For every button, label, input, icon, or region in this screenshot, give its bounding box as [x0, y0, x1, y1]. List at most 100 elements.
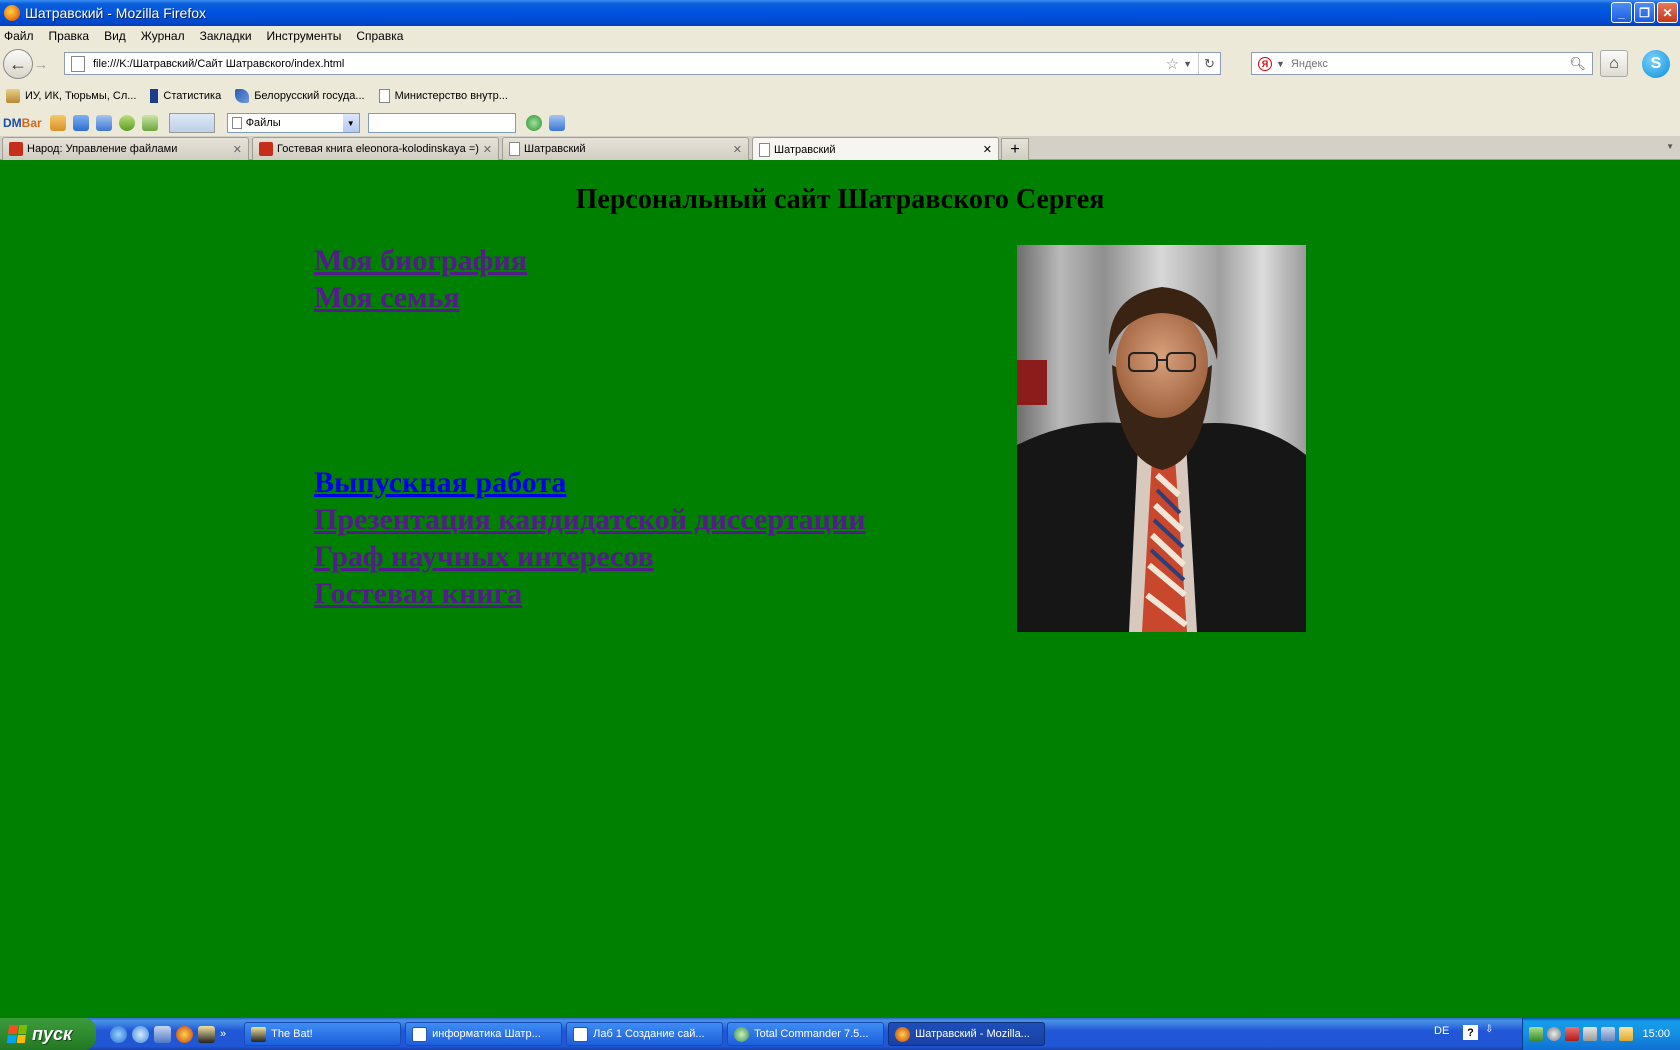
ie-icon[interactable] — [110, 1025, 127, 1043]
folder-icon[interactable] — [1619, 1027, 1633, 1041]
window-controls: _ ❐ ✕ — [1611, 2, 1678, 23]
select-page-icon — [231, 117, 242, 129]
close-tab-icon[interactable]: ✕ — [983, 143, 992, 156]
tab-shatravsky-active[interactable]: Шатравский ✕ — [752, 137, 999, 161]
narod-icon — [259, 142, 273, 156]
copy-icon[interactable] — [95, 115, 112, 131]
close-button[interactable]: ✕ — [1657, 2, 1678, 23]
task-label: Total Commander 7.5... — [754, 1028, 869, 1040]
link-graduation-work[interactable]: Выпускная работа — [314, 464, 865, 501]
link-research-interests-graph[interactable]: Граф научных интересов — [314, 538, 865, 575]
history-dropdown-icon[interactable]: ▼ — [1183, 59, 1192, 69]
minimize-button[interactable]: _ — [1611, 2, 1632, 23]
chevron-down-icon[interactable]: ▼ — [342, 114, 359, 132]
search-go-icon[interactable] — [525, 115, 542, 131]
menu-tools[interactable]: Инструменты — [267, 29, 342, 43]
window-title: Шатравский - Mozilla Firefox — [25, 5, 207, 21]
quill-icon — [235, 89, 250, 103]
link-family[interactable]: Моя семья — [314, 279, 527, 316]
total-commander-icon — [734, 1026, 750, 1042]
forward-button[interactable]: → — [34, 56, 54, 74]
tray-app-icon[interactable] — [1601, 1027, 1615, 1041]
search-engine-dropdown-icon[interactable]: ▼ — [1276, 59, 1285, 69]
volume-icon[interactable] — [1583, 1027, 1597, 1041]
page-title: Персональный сайт Шатравского Сергея — [575, 184, 1105, 215]
taskbar-item[interactable]: Total Commander 7.5... — [727, 1022, 885, 1046]
taskbar-item[interactable]: информатика Шатр... — [405, 1022, 563, 1046]
back-button[interactable]: ← — [3, 49, 33, 79]
language-bar-options-icon[interactable]: ⇩ — [1485, 1024, 1493, 1035]
firefox-icon — [895, 1026, 911, 1042]
dmbar-search-input[interactable] — [367, 113, 516, 133]
taskbar-item-active[interactable]: Шатравский - Mozilla... — [888, 1022, 1046, 1046]
network-icon[interactable] — [1529, 1027, 1543, 1041]
new-tab-button[interactable]: + — [1001, 138, 1029, 160]
task-label: The Bat! — [271, 1028, 313, 1040]
clock[interactable]: 15:00 — [1642, 1028, 1670, 1040]
ie-alt-icon[interactable] — [132, 1025, 149, 1043]
close-tab-icon[interactable]: ✕ — [233, 143, 242, 156]
start-button[interactable]: пуск — [0, 1018, 96, 1050]
menu-help[interactable]: Справка — [356, 29, 403, 43]
url-input[interactable] — [93, 57, 1166, 70]
menu-file[interactable]: Файл — [4, 29, 34, 43]
help-icon[interactable]: ? — [1463, 1025, 1478, 1040]
bookmark-item[interactable]: Статистика — [150, 89, 221, 103]
home-button[interactable]: ⌂ — [1600, 50, 1628, 77]
firefox-icon[interactable] — [176, 1025, 193, 1043]
links-bottom-group: Выпускная работа Презентация кандидатско… — [314, 464, 865, 612]
bookmark-label: Статистика — [163, 90, 222, 102]
antivirus-icon[interactable] — [1547, 1027, 1561, 1041]
add-icon[interactable] — [72, 115, 89, 131]
tab-label: Гостевая книга eleonora-kolodinskaya =) — [277, 143, 479, 155]
bookmark-star-icon[interactable]: ☆ — [1166, 55, 1179, 73]
statistics-icon — [150, 89, 159, 103]
settings-icon[interactable] — [118, 115, 135, 131]
save-icon[interactable] — [154, 1025, 171, 1043]
link-biography[interactable]: Моя биография — [314, 242, 527, 279]
chat-icon[interactable] — [49, 115, 66, 131]
link-dissertation-presentation[interactable]: Презентация кандидатской диссертации — [314, 501, 865, 538]
reload-icon[interactable]: ↻ — [1198, 53, 1220, 74]
link-guestbook[interactable]: Гостевая книга — [314, 575, 865, 612]
start-label: пуск — [32, 1023, 73, 1044]
search-icon[interactable]: 🔍︎ — [1569, 56, 1586, 72]
maximize-button[interactable]: ❐ — [1634, 2, 1655, 23]
task-label: Лаб 1 Создание сай... — [593, 1028, 705, 1040]
the-bat-icon[interactable] — [198, 1025, 215, 1043]
search-input[interactable] — [1290, 57, 1570, 70]
bookmark-label: Министерство внутр... — [394, 90, 508, 102]
menu-view[interactable]: Вид — [104, 29, 126, 43]
tab-guestbook[interactable]: Гостевая книга eleonora-kolodinskaya =) … — [252, 137, 499, 160]
bookmark-item[interactable]: Белорусский госуда... — [235, 89, 365, 103]
portrait-photo — [1017, 245, 1306, 632]
menu-edit[interactable]: Правка — [49, 29, 90, 43]
dmbar-upload-area[interactable] — [168, 113, 215, 133]
download-icon[interactable] — [548, 115, 565, 131]
security-icon[interactable] — [1565, 1027, 1579, 1041]
tools-icon[interactable] — [141, 115, 158, 131]
list-all-tabs-icon[interactable]: ▼ — [1666, 142, 1674, 151]
windows-taskbar: пуск » The Bat! информатика Шатр... Лаб … — [0, 1018, 1680, 1050]
close-tab-icon[interactable]: ✕ — [483, 143, 492, 156]
bookmark-item[interactable]: ИУ, ИК, Тюрьмы, Сл... — [6, 89, 136, 103]
the-bat-icon — [251, 1026, 267, 1042]
tab-label: Шатравский — [524, 143, 586, 155]
skype-icon[interactable]: S — [1642, 50, 1670, 78]
quick-launch-more-icon[interactable]: » — [220, 1028, 226, 1040]
menu-bookmarks[interactable]: Закладки — [200, 29, 252, 43]
bookmark-item[interactable]: Министерство внутр... — [378, 89, 508, 103]
close-tab-icon[interactable]: ✕ — [733, 143, 742, 156]
taskbar-item[interactable]: Лаб 1 Создание сай... — [566, 1022, 724, 1046]
tab-shatravsky-1[interactable]: Шатравский ✕ — [502, 137, 749, 160]
dmbar-logo[interactable]: DMBar — [3, 116, 42, 130]
tab-narod-files[interactable]: Народ: Управление файлами ✕ — [2, 137, 249, 160]
language-indicator[interactable]: DE — [1434, 1025, 1449, 1037]
dmbar-category-select[interactable]: Файлы ▼ — [226, 113, 360, 133]
taskbar-item[interactable]: The Bat! — [244, 1022, 402, 1046]
bookmark-label: ИУ, ИК, Тюрьмы, Сл... — [25, 90, 137, 102]
tab-label: Шатравский — [774, 143, 836, 156]
window-titlebar[interactable]: Шатравский - Mozilla Firefox _ ❐ ✕ — [0, 0, 1680, 26]
yandex-icon[interactable]: Я — [1258, 56, 1272, 71]
menu-history[interactable]: Журнал — [141, 29, 185, 43]
